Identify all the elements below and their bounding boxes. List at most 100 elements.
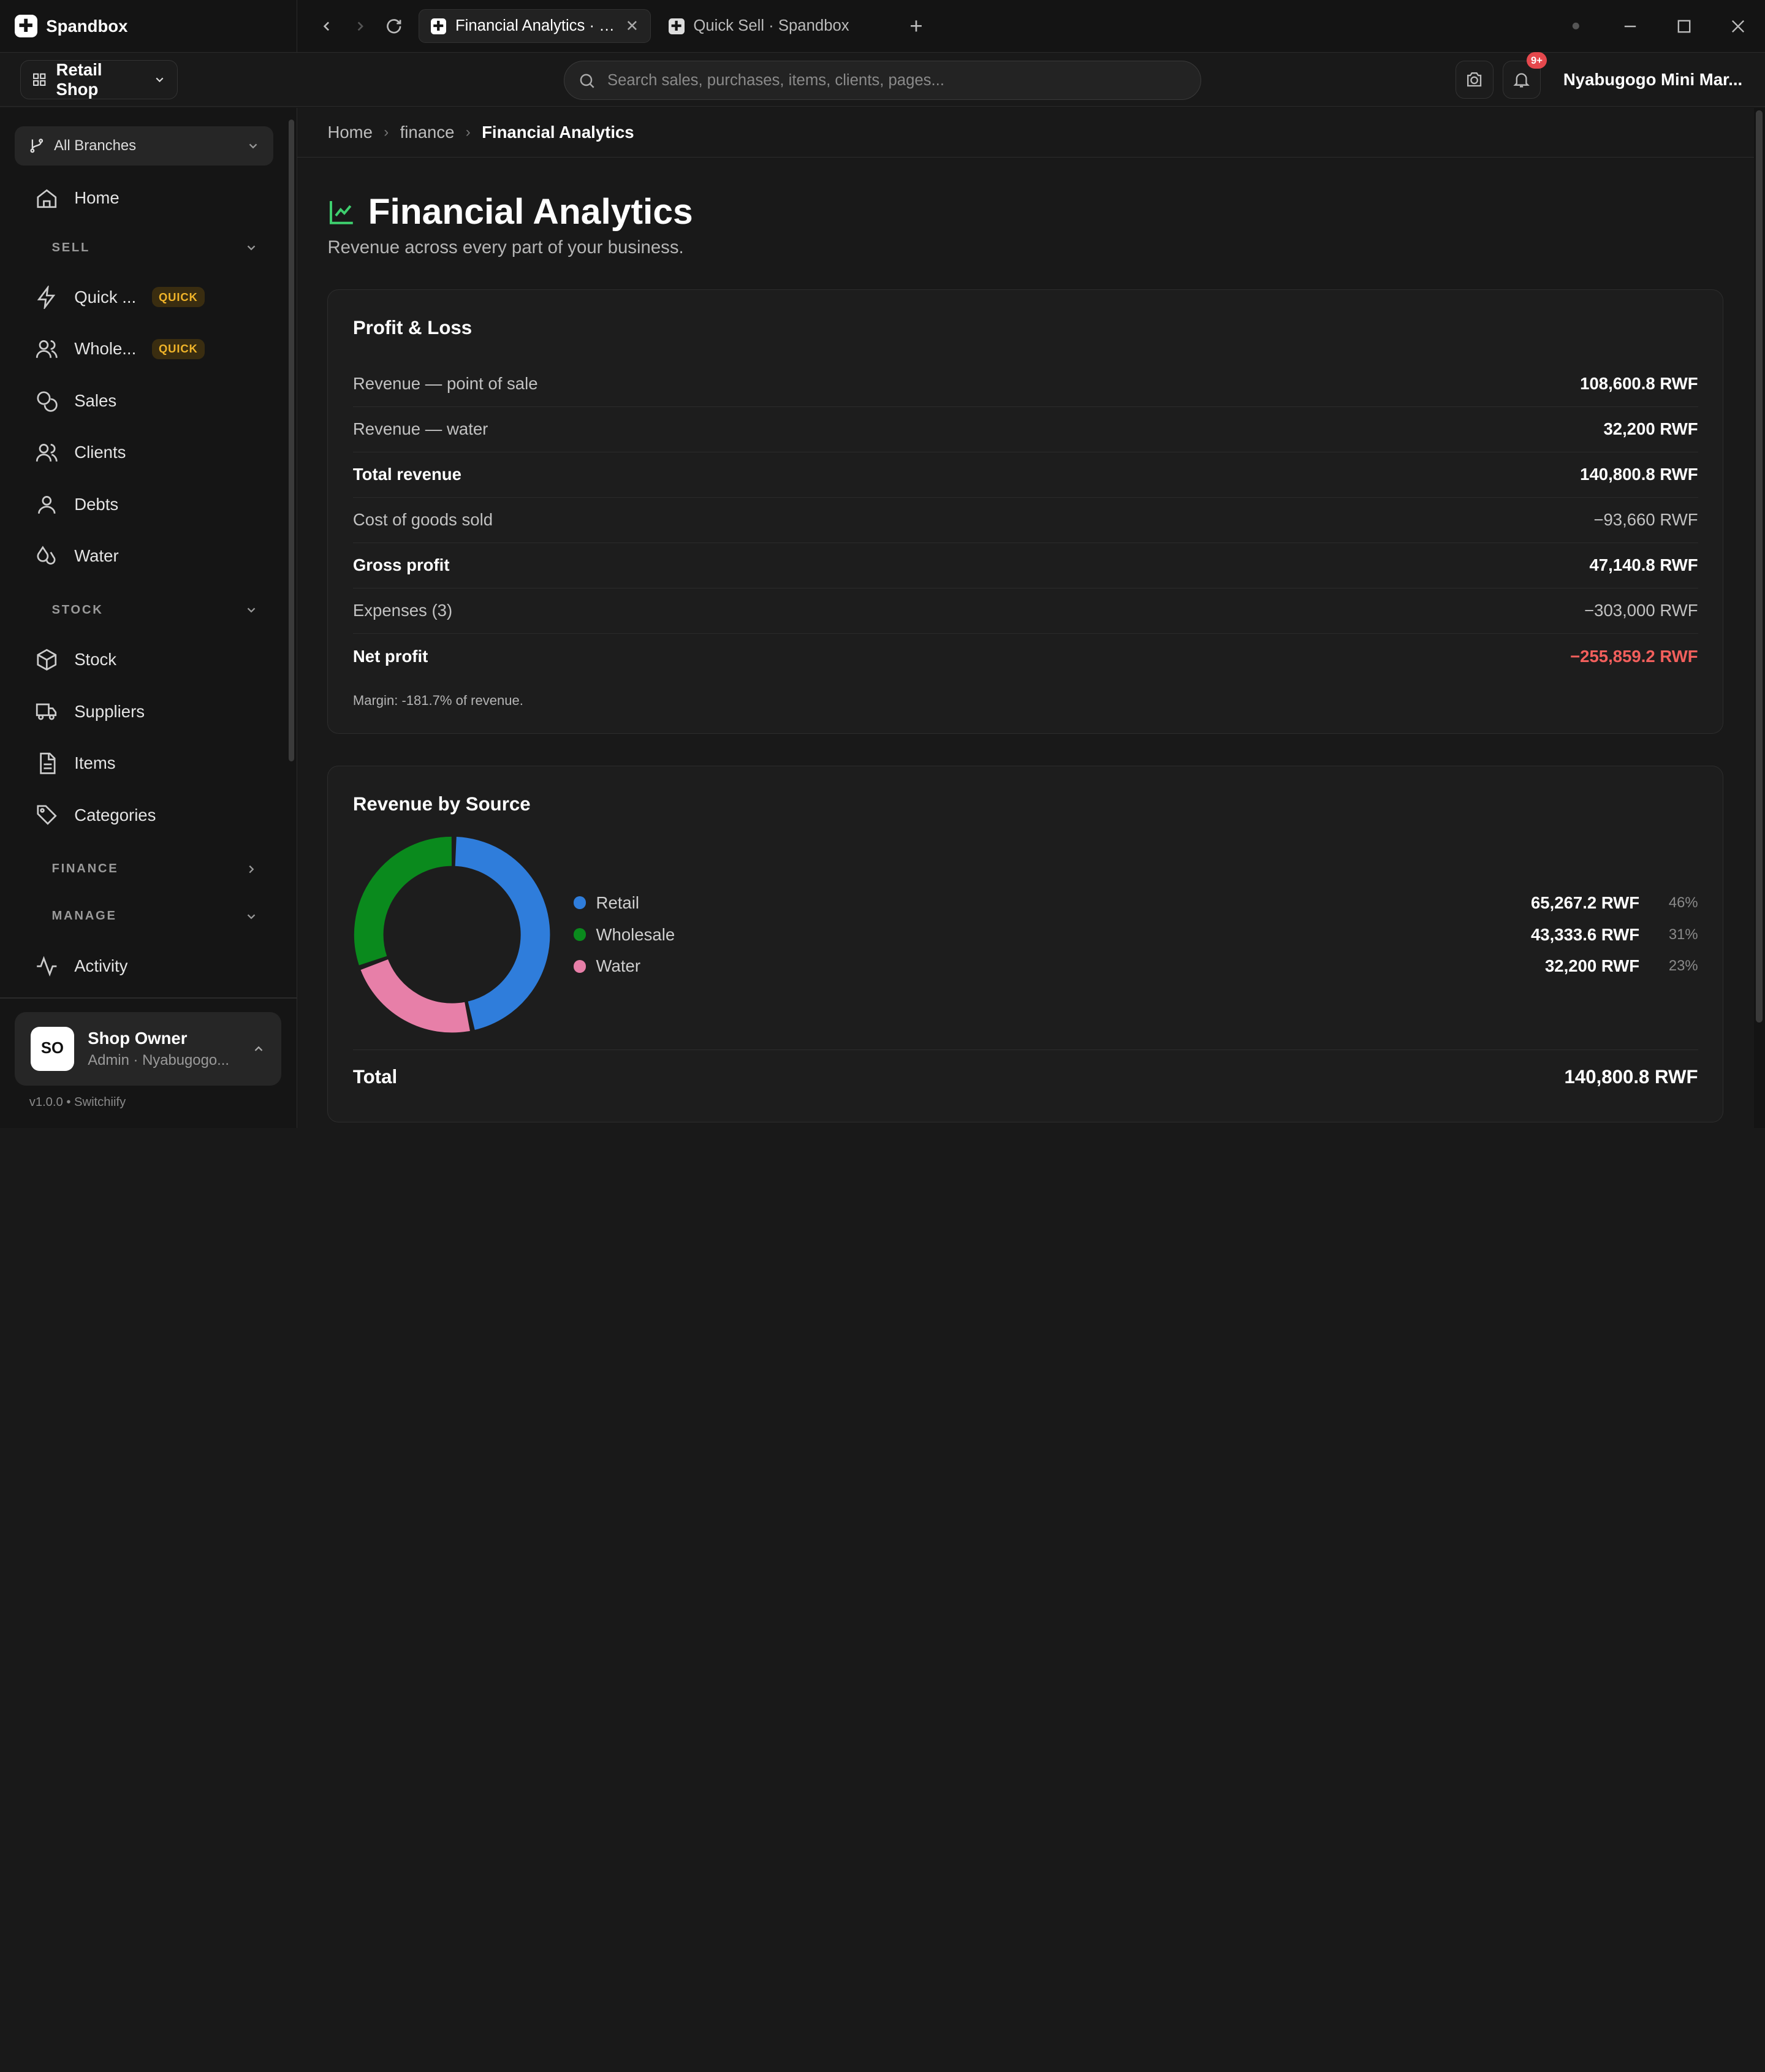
sidebar-item-debts[interactable]: Debts: [15, 479, 273, 530]
back-button[interactable]: [313, 13, 340, 40]
total-label: Total: [352, 1065, 398, 1087]
sidebar-item-activity[interactable]: Activity: [15, 940, 273, 992]
section-label: MANAGE: [51, 909, 117, 923]
tab-quick-sell[interactable]: ✚ Quick Sell · Spandbox: [658, 9, 889, 43]
brand: ✚ Spandbox: [0, 0, 297, 53]
maximize-button[interactable]: [1657, 0, 1711, 53]
tab-favicon-icon: ✚: [430, 18, 447, 34]
line-chart-icon: [330, 200, 354, 224]
pl-label: Cost of goods sold: [352, 510, 493, 530]
sidebar-scrollbar[interactable]: [289, 119, 295, 761]
sidebar-item-label: Clients: [74, 443, 126, 462]
chevron-right-icon: [357, 21, 363, 31]
pl-row-total-revenue: Total revenue 140,800.8 RWF: [352, 452, 1698, 498]
branch-selector[interactable]: All Branches: [14, 126, 274, 166]
user-menu[interactable]: SO Shop Owner Admin · Nyabugogo...: [14, 1012, 282, 1086]
pl-value: −255,859.2 RWF: [1570, 646, 1698, 666]
reload-button[interactable]: [381, 13, 408, 40]
pl-value: 140,800.8 RWF: [1580, 465, 1698, 484]
pl-value: −93,660 RWF: [1593, 510, 1698, 530]
chevron-right-icon: ›: [465, 124, 471, 141]
app-window: ✚ Spandbox ✚ Financial Analytics · Spand…: [0, 0, 1765, 1129]
sidebar-item-sales[interactable]: Sales: [15, 375, 273, 427]
legend-value: 32,200 RWF: [1544, 956, 1640, 976]
sidebar-item-water[interactable]: Water: [15, 530, 273, 582]
chevron-down-icon: [247, 608, 255, 613]
sidebar-item-suppliers[interactable]: Suppliers: [15, 685, 273, 737]
shop-selector[interactable]: Retail Shop: [20, 59, 178, 100]
camera-icon: [1467, 72, 1482, 87]
sidebar-item-label: Items: [74, 753, 116, 773]
breadcrumb: Home › finance › Financial Analytics: [297, 108, 1754, 158]
sidebar-nav: All Branches Home SELL Quick ... QUICK W…: [0, 108, 288, 997]
section-stock[interactable]: STOCK: [15, 587, 273, 634]
user-name: Shop Owner: [88, 1029, 188, 1048]
section-label: STOCK: [51, 603, 104, 617]
tab-label: Quick Sell · Spandbox: [693, 17, 849, 35]
donut-slice-retail: [455, 836, 550, 1030]
donut-slice-wholesale: [354, 836, 452, 966]
sidebar-item-label: Quick ...: [74, 287, 137, 307]
sidebar-item-quick-sell[interactable]: Quick ... QUICK: [15, 272, 273, 323]
reload-icon: [387, 19, 401, 34]
scrollbar-thumb[interactable]: [1756, 110, 1763, 1023]
shop-selector-label: Retail Shop: [56, 59, 102, 99]
revenue-total-row: Total 140,800.8 RWF: [352, 1049, 1698, 1088]
notifications-button[interactable]: 9+: [1502, 51, 1547, 99]
sidebar-item-home[interactable]: Home: [15, 172, 273, 224]
pl-row-expenses: Expenses (3) −303,000 RWF: [352, 588, 1698, 634]
sidebar-item-clients[interactable]: Clients: [15, 427, 273, 478]
pl-value: 47,140.8 RWF: [1589, 555, 1698, 575]
pl-row-revenue-pos: Revenue — point of sale 108,600.8 RWF: [352, 362, 1698, 407]
close-window-button[interactable]: [1711, 0, 1765, 53]
app-name: Spandbox: [46, 16, 128, 36]
legend-dot: [573, 960, 586, 973]
bell-icon: [1513, 73, 1530, 88]
legend-name: Wholesale: [596, 924, 675, 944]
users-icon: [36, 340, 58, 358]
tab-financial-analytics[interactable]: ✚ Financial Analytics · Spandbox ✕: [419, 9, 651, 44]
total-value: 140,800.8 RWF: [1564, 1065, 1698, 1087]
sidebar-item-wholesale[interactable]: Whole... QUICK: [15, 323, 273, 375]
maximize-icon: [1677, 20, 1691, 33]
sidebar-item-stock[interactable]: Stock: [15, 634, 273, 685]
section-label: SELL: [51, 240, 91, 254]
sidebar-item-label: Home: [74, 188, 120, 208]
forward-button[interactable]: [347, 13, 374, 40]
search-input[interactable]: [607, 71, 1187, 90]
breadcrumb-section[interactable]: finance: [400, 123, 455, 142]
pl-label: Gross profit: [352, 555, 450, 575]
sidebar-item-categories[interactable]: Categories: [15, 789, 273, 840]
legend-value: 65,267.2 RWF: [1530, 893, 1640, 912]
sidebar-item-items[interactable]: Items: [15, 737, 273, 789]
legend-percent: 46%: [1668, 894, 1698, 911]
breadcrumb-home[interactable]: Home: [327, 123, 372, 142]
activity-icon: [37, 956, 57, 977]
pl-label: Revenue — point of sale: [352, 374, 538, 394]
version-label: v1.0.0 • Switchiify: [29, 1095, 126, 1110]
pl-label: Expenses (3): [352, 601, 453, 620]
chevron-left-icon: [323, 21, 329, 31]
sidebar-item-label: Suppliers: [74, 701, 145, 721]
camera-button[interactable]: [1455, 60, 1494, 99]
users-icon: [36, 444, 58, 462]
legend-name: Water: [596, 956, 640, 976]
main-scrollbar[interactable]: [1753, 108, 1765, 1129]
margin-note: Margin: -181.7% of revenue.: [352, 692, 523, 708]
status-dot-icon: [1549, 0, 1603, 53]
new-tab-button[interactable]: +: [900, 10, 932, 42]
legend-percent: 31%: [1668, 926, 1698, 943]
section-finance[interactable]: FINANCE: [15, 845, 273, 893]
pl-row-net-profit: Net profit −255,859.2 RWF: [353, 634, 1698, 679]
file-icon: [40, 752, 56, 774]
minimize-button[interactable]: [1603, 0, 1657, 53]
pl-value: 108,600.8 RWF: [1580, 374, 1698, 394]
droplets-icon: [37, 546, 56, 565]
legend-name: Retail: [596, 893, 639, 912]
sidebar: All Branches Home SELL Quick ... QUICK W…: [0, 108, 297, 1129]
tab-close-icon[interactable]: ✕: [626, 17, 639, 36]
org-name[interactable]: Nyabugogo Mini Mar...: [1563, 70, 1742, 90]
section-sell[interactable]: SELL: [15, 224, 273, 271]
section-manage[interactable]: MANAGE: [15, 893, 273, 940]
notification-badge: 9+: [1526, 51, 1547, 69]
